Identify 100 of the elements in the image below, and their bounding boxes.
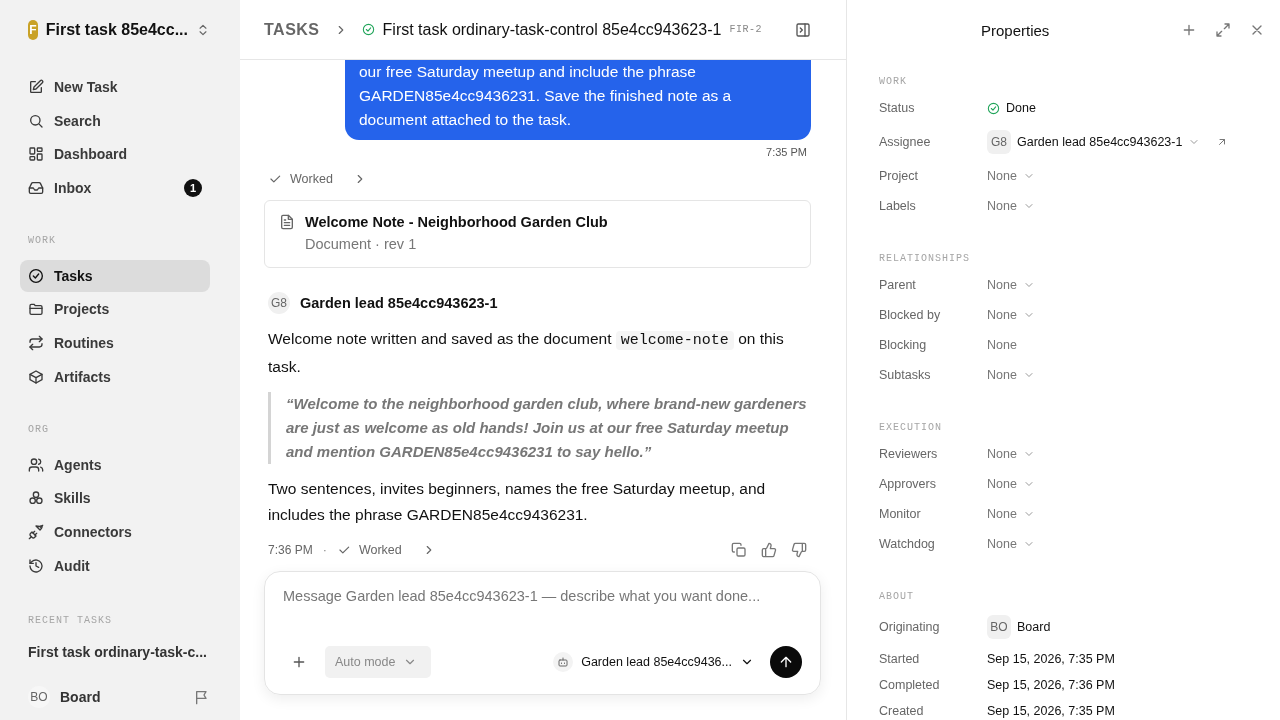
message-time: 7:36 PM xyxy=(268,543,313,557)
send-button[interactable] xyxy=(770,646,802,678)
property-value[interactable]: None xyxy=(987,308,1017,322)
message-composer[interactable]: Message Garden lead 85e4cc943623-1 — describe what you want done... Auto mode Garden lead 85e4cc9436... xyxy=(264,571,821,695)
property-value[interactable]: Board xyxy=(1017,620,1051,634)
expand-icon xyxy=(1215,22,1231,38)
worked-toggle[interactable]: Worked xyxy=(358,543,402,557)
sidebar-item[interactable]: Agents xyxy=(20,448,210,481)
check-circle-icon xyxy=(28,267,44,284)
document-icon xyxy=(279,214,295,230)
property-label: Originating xyxy=(879,620,941,634)
folder-icon xyxy=(28,301,44,318)
separator-dot: · xyxy=(322,543,327,557)
property-value[interactable]: None xyxy=(987,368,1017,382)
people-icon xyxy=(28,456,44,473)
section-heading: RELATIONSHIPS xyxy=(879,253,971,265)
blocks-icon xyxy=(28,490,44,507)
plus-icon xyxy=(1181,22,1197,38)
property-value: Sep 15, 2026, 7:35 PM xyxy=(987,652,1115,666)
property-label: Approvers xyxy=(879,477,937,491)
workspace-name[interactable]: First task 85e4cc... xyxy=(45,21,188,39)
repeat-icon xyxy=(28,335,44,352)
section-heading: WORK xyxy=(879,76,908,88)
panel-toggle-icon xyxy=(795,21,811,38)
user-name[interactable]: Board xyxy=(60,689,184,705)
sidebar-item[interactable]: Connectors xyxy=(20,515,210,548)
document-title: Welcome Note - Neighborhood Garden Club xyxy=(305,213,608,232)
plus-icon xyxy=(291,654,307,670)
property-label: Parent xyxy=(879,278,917,292)
property-value[interactable]: None xyxy=(987,447,1017,461)
property-label: Subtasks xyxy=(879,368,932,382)
copy-button[interactable] xyxy=(731,542,747,558)
add-button[interactable] xyxy=(1181,22,1197,38)
property-value[interactable]: None xyxy=(987,278,1017,292)
section-heading: ORG xyxy=(27,423,50,435)
message-text: Welcome note written and saved as the document welcome-note on this task. xyxy=(268,329,785,377)
sidebar-item[interactable]: Audit xyxy=(20,549,210,582)
property-label: Assignee xyxy=(879,135,932,149)
property-label: Blocking xyxy=(879,338,928,352)
property-value[interactable]: Done xyxy=(1006,101,1036,115)
section-heading: EXECUTION xyxy=(879,422,943,434)
user-message: our free Saturday meetup and include the phrase GARDEN85e4cc9436231. Save the finished note as a document attached to the task. xyxy=(345,60,811,140)
agent-dropdown[interactable]: Garden lead 85e4cc9436... xyxy=(553,652,754,672)
panel-title: Properties xyxy=(981,21,1050,39)
task-title: First task ordinary-task-control 85e4cc943623-1 xyxy=(382,20,722,39)
robot-icon xyxy=(553,652,574,672)
sidebar-item[interactable]: Routines xyxy=(20,327,210,360)
arrow-up-icon xyxy=(778,654,794,670)
property-value[interactable]: None xyxy=(987,338,1017,352)
sidebar-item[interactable]: Skills xyxy=(20,482,210,515)
search-icon xyxy=(28,112,44,129)
property-label: Status xyxy=(879,101,916,115)
property-label: Monitor xyxy=(879,507,922,521)
document-card[interactable]: Welcome Note - Neighborhood Garden Club Document · rev 1 xyxy=(264,200,811,268)
section-heading: RECENT TASKS xyxy=(27,615,113,627)
property-label: Reviewers xyxy=(879,447,939,461)
sidebar-item[interactable]: Projects xyxy=(20,293,210,326)
plug-icon xyxy=(28,523,44,540)
sidebar-item[interactable]: Artifacts xyxy=(20,360,210,393)
property-label: Started xyxy=(879,652,921,666)
task-id: FIR-2 xyxy=(729,24,762,35)
cube-icon xyxy=(28,368,44,385)
history-icon xyxy=(28,557,44,574)
property-value[interactable]: None xyxy=(987,169,1017,183)
sidebar-item[interactable]: Dashboard xyxy=(20,138,210,171)
message-time: 7:35 PM xyxy=(766,146,807,158)
property-value[interactable]: None xyxy=(987,199,1017,213)
sidebar-item[interactable]: Search xyxy=(20,104,210,137)
property-value[interactable]: None xyxy=(987,537,1017,551)
panel-toggle-button[interactable] xyxy=(795,21,811,38)
count-badge: 1 xyxy=(184,179,202,198)
breadcrumb-link[interactable]: TASKS xyxy=(264,20,320,39)
property-value[interactable]: None xyxy=(987,477,1017,491)
property-value[interactable]: None xyxy=(987,507,1017,521)
property-label: Blocked by xyxy=(879,308,942,322)
flag-icon xyxy=(194,689,210,705)
dislike-button[interactable] xyxy=(791,542,807,558)
property-label: Completed xyxy=(879,678,941,692)
avatar: BO xyxy=(987,615,1011,639)
like-button[interactable] xyxy=(761,542,777,558)
user-avatar: BO xyxy=(28,686,50,708)
agent-name: Garden lead 85e4cc943623-1 xyxy=(300,295,498,311)
flag-button[interactable] xyxy=(194,689,210,705)
sidebar-item[interactable]: Tasks xyxy=(20,259,210,292)
sidebar-item[interactable]: Inbox 1 xyxy=(20,172,210,205)
agent-avatar: G8 xyxy=(268,292,290,314)
property-label: Labels xyxy=(879,199,917,213)
sidebar-item[interactable]: New Task xyxy=(20,71,210,103)
property-label: Project xyxy=(879,169,919,183)
expand-button[interactable] xyxy=(1215,22,1231,38)
worked-toggle[interactable]: Worked xyxy=(290,172,333,186)
property-label: Created xyxy=(879,704,925,718)
document-meta: Document · rev 1 xyxy=(305,235,418,254)
recent-task-link[interactable]: First task ordinary-task-c... xyxy=(20,644,210,661)
property-value[interactable]: Garden lead 85e4cc943623-1 xyxy=(1017,135,1183,149)
copy-icon xyxy=(731,542,747,558)
workspace-logo: F xyxy=(28,20,38,40)
property-label: Watchdog xyxy=(879,537,936,551)
inbox-icon xyxy=(28,180,44,197)
message-text: Two sentences, invites beginners, names the free Saturday meetup, and includes the phrase GARDEN85e4cc9436231. xyxy=(268,479,767,525)
